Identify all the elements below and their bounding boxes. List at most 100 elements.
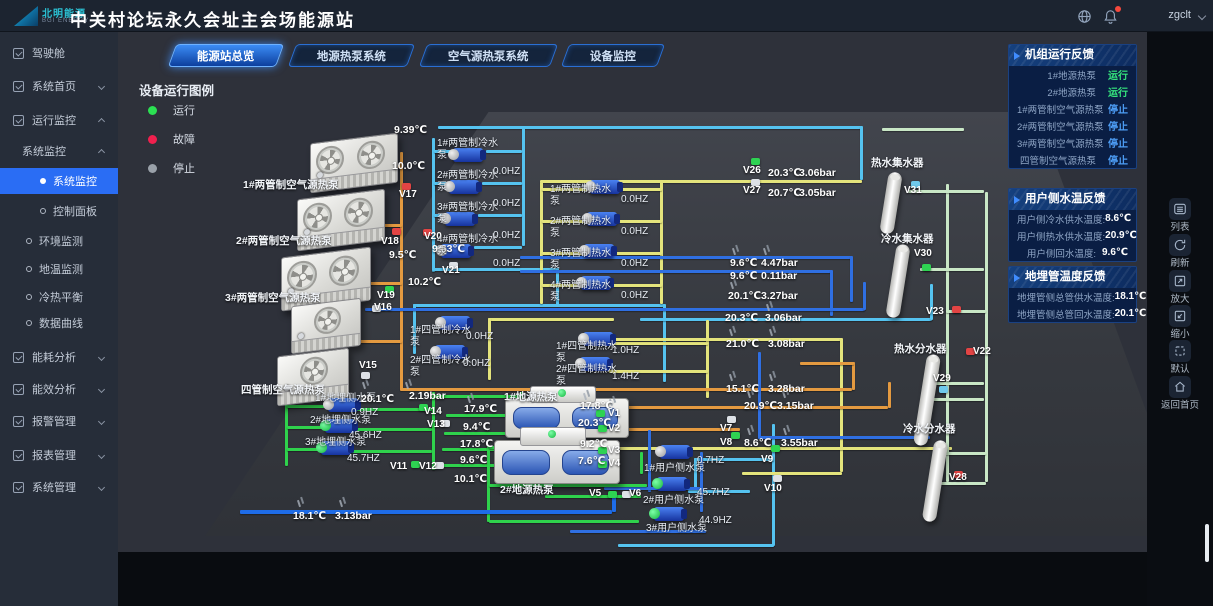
pipe <box>946 184 949 482</box>
sidebar-item-data-curve[interactable]: 数据曲线 <box>0 310 118 336</box>
valve-marker[interactable] <box>771 445 780 452</box>
pipe <box>706 320 709 398</box>
fan-icon <box>357 140 385 171</box>
sidebar-item-energy-use[interactable]: 能耗分析 <box>0 344 118 370</box>
toolbar-reset-button[interactable]: 默认 <box>1147 340 1213 376</box>
home-icon <box>1169 376 1191 398</box>
diagram-label: 20.3℃ <box>768 167 801 179</box>
card-title: 机组运行反馈 <box>1009 45 1136 66</box>
menu-icon <box>13 48 24 59</box>
sidebar-item-label: 报表管理 <box>32 447 76 463</box>
water-collector[interactable] <box>922 439 949 522</box>
air-source-heat-pump-unit[interactable] <box>291 298 361 355</box>
diagram-label: 0.7HZ <box>697 455 724 466</box>
valve-label: V22 <box>973 346 991 357</box>
toolbar-home-button[interactable]: 返回首页 <box>1147 376 1213 412</box>
diagram-label: 21.0℃ <box>726 338 759 350</box>
tab-label: 空气源热泵系统 <box>448 48 529 64</box>
card-row: 地埋管侧总管供水温度:18.1℃ <box>1009 288 1136 305</box>
sensor-icon <box>769 329 773 336</box>
tab-3[interactable]: 空气源热泵系统 <box>418 44 557 67</box>
diagram-label: 18.1℃ <box>293 510 326 522</box>
valve-marker[interactable] <box>727 416 736 423</box>
sidebar-item-ground-temp[interactable]: 地温监测 <box>0 256 118 282</box>
toolbar-refresh-button[interactable]: 刷新 <box>1147 234 1213 270</box>
pipe <box>488 318 614 321</box>
sidebar-item-env-monitor[interactable]: 环境监测 <box>0 228 118 254</box>
chevron-down-icon <box>98 82 105 89</box>
notification-badge <box>1115 6 1121 12</box>
menu-icon <box>13 81 24 92</box>
diagram-label: 3.15bar <box>777 400 814 412</box>
pipe <box>489 520 639 523</box>
valve-marker[interactable] <box>922 264 931 271</box>
globe-icon[interactable] <box>1076 8 1093 25</box>
valve-label: V31 <box>904 185 922 196</box>
sidebar-item-run-monitor[interactable]: 运行监控 <box>0 107 118 133</box>
toolbar-label: 列表 <box>1147 223 1213 234</box>
diagram-label: 20.7℃ <box>768 187 801 199</box>
sidebar-item-report-mgmt[interactable]: 报表管理 <box>0 442 118 468</box>
diagram-label: 3.55bar <box>781 437 818 449</box>
valve-label: V13 <box>427 419 445 430</box>
water-pump[interactable] <box>657 477 687 491</box>
valve-label: V7 <box>720 423 732 434</box>
view-tabs: 能源站总览地源热泵系统空气源热泵系统设备监控 <box>172 44 661 67</box>
pipe <box>285 402 288 466</box>
sidebar-item-label: 数据曲线 <box>39 315 83 331</box>
water-collector[interactable] <box>879 171 903 234</box>
valve-label: V16 <box>374 302 392 313</box>
user-menu[interactable]: zgclt <box>1168 9 1191 21</box>
water-collector[interactable] <box>885 243 910 318</box>
card-row: 2#地源热泵运行 <box>1009 83 1136 100</box>
sidebar: 驾驶舱系统首页运行监控系统监控系统监控控制面板环境监测地温监测冷热平衡数据曲线能… <box>0 32 118 606</box>
sidebar-item-sys-monitor[interactable]: 系统监控 <box>0 168 118 194</box>
water-pump[interactable] <box>660 445 690 459</box>
tab-4[interactable]: 设备监控 <box>561 44 665 67</box>
diagram-label: 44.9HZ <box>699 515 732 526</box>
sidebar-item-alarm-mgmt[interactable]: 报警管理 <box>0 408 118 434</box>
diagram-label: 17.9℃ <box>464 403 497 415</box>
diagram-label: 3.05bar <box>799 187 836 199</box>
tab-label: 地源热泵系统 <box>317 48 386 64</box>
card-row: 用户侧冷水供水温度:8.6℃ <box>1009 210 1136 227</box>
toolbar-zoom-in-button[interactable]: 放大 <box>1147 270 1213 306</box>
valve-marker[interactable] <box>392 228 401 235</box>
valve-marker[interactable] <box>773 475 782 482</box>
pipe <box>438 126 862 129</box>
valve-marker[interactable] <box>751 158 760 165</box>
sidebar-item-label: 能效分析 <box>32 381 76 397</box>
valve-marker[interactable] <box>939 386 948 393</box>
valve-label: V5 <box>589 488 601 499</box>
card-row-label: 用户侧回水温度: <box>1017 246 1096 260</box>
tab-1[interactable]: 能源站总览 <box>168 44 284 67</box>
sensor-icon <box>729 374 733 381</box>
diagram-label: 3#两管制冷水泵 <box>437 202 499 225</box>
valve-marker[interactable] <box>608 491 617 498</box>
sidebar-item-sys-monitor-group[interactable]: 系统监控 <box>0 138 118 164</box>
scrollbar[interactable] <box>1205 524 1209 562</box>
valve-label: V28 <box>949 472 967 483</box>
toolbar-list-button[interactable]: 列表 <box>1147 198 1213 234</box>
sidebar-item-dashboard[interactable]: 驾驶舱 <box>0 40 118 66</box>
menu-icon <box>13 482 24 493</box>
valve-marker[interactable] <box>731 432 740 439</box>
diagram-label: 0.0HZ <box>466 331 493 342</box>
diagram-label: 1.0HZ <box>612 345 639 356</box>
sidebar-item-control-panel[interactable]: 控制面板 <box>0 198 118 224</box>
equipment-label: 四管制空气源热泵 <box>241 382 325 397</box>
notification-bell-icon[interactable] <box>1102 8 1119 25</box>
valve-marker[interactable] <box>952 306 961 313</box>
sidebar-item-system-mgmt[interactable]: 系统管理 <box>0 474 118 500</box>
sidebar-item-heat-balance[interactable]: 冷热平衡 <box>0 284 118 310</box>
sidebar-item-energy-eff[interactable]: 能效分析 <box>0 376 118 402</box>
tab-2[interactable]: 地源热泵系统 <box>287 44 414 67</box>
toolbar-zoom-out-button[interactable]: 缩小 <box>1147 305 1213 341</box>
zoom-out-icon <box>1169 305 1191 327</box>
valve-label: V14 <box>424 406 442 417</box>
sidebar-item-home[interactable]: 系统首页 <box>0 73 118 99</box>
equipment-label: 2#地源热泵 <box>500 482 554 497</box>
valve-marker[interactable] <box>361 372 370 379</box>
diagram-label: 2#两管制热水泵 <box>550 216 612 239</box>
card-row-value: 运行 <box>1096 67 1128 82</box>
